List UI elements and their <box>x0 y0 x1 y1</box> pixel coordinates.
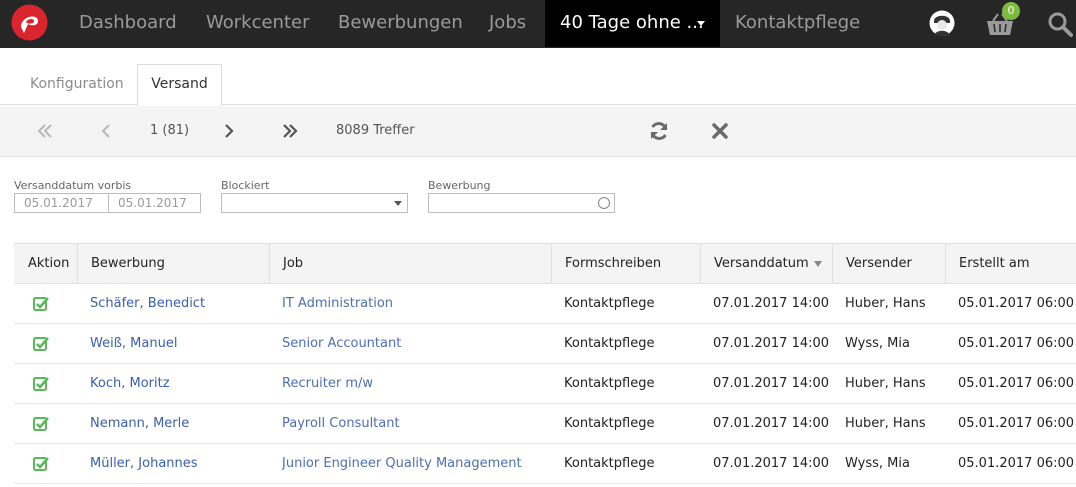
nav-active-label: 40 Tage ohne ... <box>560 12 704 33</box>
cell-job[interactable]: Junior Engineer Quality Management <box>282 444 522 484</box>
close-icon[interactable] <box>709 120 731 142</box>
hit-count: 8089 Treffer <box>336 123 415 138</box>
table-row[interactable]: Koch, Moritz Recruiter m/w Kontaktpflege 07… <box>14 364 1076 404</box>
cell-versanddatum: 07.01.2017 14:00 <box>713 416 830 431</box>
checkbox-checked-icon[interactable] <box>33 456 49 472</box>
cell-formschreiben: Kontaktpflege <box>564 416 655 431</box>
tab-bar: Konfiguration Versand <box>0 48 1076 106</box>
app-logo-icon[interactable] <box>11 4 48 41</box>
filter-application-label: Bewerbung <box>428 179 491 192</box>
column-header-versanddatum-label: Versanddatum <box>714 256 809 271</box>
checkbox-checked-icon[interactable] <box>33 296 49 312</box>
chevron-down-icon <box>697 21 705 26</box>
cell-erstellt-am: 05.01.2017 06:00 <box>958 296 1075 311</box>
cell-versanddatum: 07.01.2017 14:00 <box>713 296 830 311</box>
cell-job[interactable]: Senior Accountant <box>282 324 401 364</box>
cell-erstellt-am: 05.01.2017 06:00 <box>958 376 1075 391</box>
last-page-icon[interactable] <box>279 120 301 142</box>
column-header-bewerbung[interactable]: Bewerbung <box>77 244 269 284</box>
filter-date-label: Versanddatum vorbis <box>14 179 132 192</box>
cell-erstellt-am: 05.01.2017 06:00 <box>958 456 1075 471</box>
circle-icon <box>598 197 610 209</box>
cell-versender: Wyss, Mia <box>845 456 910 471</box>
sort-descending-icon <box>813 260 822 267</box>
table-row[interactable]: Nemann, Merle Payroll Consultant Kontaktpf… <box>14 404 1076 444</box>
cell-versanddatum: 07.01.2017 14:00 <box>713 456 830 471</box>
cell-formschreiben: Kontaktpflege <box>564 296 655 311</box>
date-to-field[interactable]: 05.01.2017 <box>108 193 201 213</box>
nav-kontaktpflege[interactable]: Kontaktpflege <box>735 0 860 48</box>
checkbox-checked-icon[interactable] <box>33 416 49 432</box>
user-avatar-icon[interactable] <box>929 10 955 36</box>
cell-versender: Wyss, Mia <box>845 336 910 351</box>
cell-job[interactable]: Recruiter m/w <box>282 364 373 404</box>
cart-count-badge: 0 <box>1002 2 1020 20</box>
cell-versender: Huber, Hans <box>845 376 926 391</box>
column-header-versender[interactable]: Versender <box>832 244 945 284</box>
pagination-toolbar: 1 (81) 8089 Treffer <box>0 106 1076 157</box>
nav-bewerbungen[interactable]: Bewerbungen <box>338 0 463 48</box>
cell-versender: Huber, Hans <box>845 416 926 431</box>
search-icon[interactable] <box>1047 11 1073 37</box>
first-page-icon[interactable] <box>34 120 56 142</box>
cell-job[interactable]: IT Administration <box>282 284 393 324</box>
cell-erstellt-am: 05.01.2017 06:00 <box>958 416 1075 431</box>
column-header-formschreiben[interactable]: Formschreiben <box>551 244 700 284</box>
column-header-erstellt-am[interactable]: Erstellt am <box>945 244 1076 284</box>
blocked-select[interactable] <box>221 193 408 213</box>
tab-konfiguration[interactable]: Konfiguration <box>15 65 139 105</box>
cell-versanddatum: 07.01.2017 14:00 <box>713 336 830 351</box>
table-row[interactable]: Weiß, Manuel Senior Accountant Kontaktpfle… <box>14 324 1076 364</box>
top-navigation: Dashboard Workcenter Bewerbungen Jobs 40… <box>0 0 1076 48</box>
nav-active-dropdown[interactable]: 40 Tage ohne ... <box>545 0 720 47</box>
cell-bewerbung[interactable]: Müller, Johannes <box>90 444 198 484</box>
application-search-field[interactable] <box>428 193 615 213</box>
cell-versender: Huber, Hans <box>845 296 926 311</box>
date-from-field[interactable]: 05.01.2017 <box>14 193 109 213</box>
next-page-icon[interactable] <box>218 120 240 142</box>
tab-versand[interactable]: Versand <box>137 64 222 106</box>
nav-workcenter[interactable]: Workcenter <box>206 0 310 48</box>
column-header-job[interactable]: Job <box>269 244 551 284</box>
cell-bewerbung[interactable]: Weiß, Manuel <box>90 324 177 364</box>
checkbox-checked-icon[interactable] <box>33 336 49 352</box>
chevron-down-icon <box>394 201 402 206</box>
checkbox-checked-icon[interactable] <box>33 376 49 392</box>
cell-formschreiben: Kontaktpflege <box>564 376 655 391</box>
cell-versanddatum: 07.01.2017 14:00 <box>713 376 830 391</box>
cell-erstellt-am: 05.01.2017 06:00 <box>958 336 1075 351</box>
previous-page-icon[interactable] <box>95 120 117 142</box>
cell-bewerbung[interactable]: Koch, Moritz <box>90 364 170 404</box>
table-row[interactable]: Müller, Johannes Junior Engineer Quality … <box>14 444 1076 484</box>
nav-dashboard[interactable]: Dashboard <box>79 0 177 48</box>
column-header-versanddatum[interactable]: Versanddatum <box>700 244 832 284</box>
page-indicator: 1 (81) <box>150 123 190 138</box>
cell-formschreiben: Kontaktpflege <box>564 336 655 351</box>
table-header: Aktion Bewerbung Job Formschreiben Versa… <box>14 243 1076 284</box>
cell-bewerbung[interactable]: Schäfer, Benedict <box>90 284 205 324</box>
table-row[interactable]: Schäfer, Benedict IT Administration Kontak… <box>14 284 1076 324</box>
refresh-icon[interactable] <box>648 120 670 142</box>
column-header-aktion[interactable]: Aktion <box>14 244 77 284</box>
filter-blocked-label: Blockiert <box>221 179 270 192</box>
cell-bewerbung[interactable]: Nemann, Merle <box>90 404 189 444</box>
cell-formschreiben: Kontaktpflege <box>564 456 655 471</box>
nav-jobs[interactable]: Jobs <box>489 0 526 48</box>
cell-job[interactable]: Payroll Consultant <box>282 404 400 444</box>
